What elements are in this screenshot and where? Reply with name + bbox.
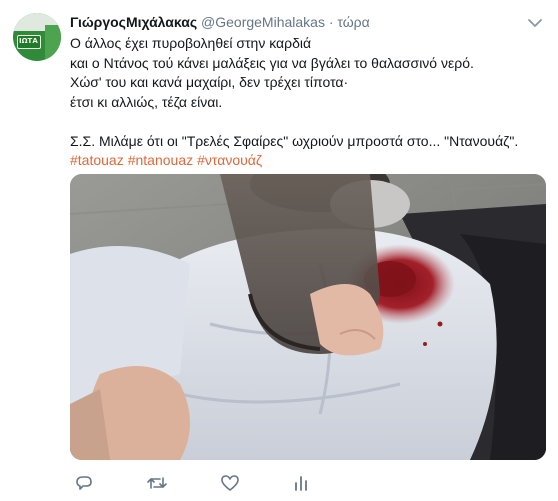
reply-icon[interactable]	[74, 474, 96, 494]
tweet-line: Ο άλλος έχει πυροβοληθεί στην καρδιά	[70, 35, 312, 51]
user-handle[interactable]: @GeorgeMihalakas	[201, 14, 325, 30]
separator-dot: ·	[328, 14, 334, 30]
tweet-header: ΓιώργοςΜιχάλακας @GeorgeMihalakas · τώρα	[70, 13, 370, 31]
retweet-icon[interactable]	[146, 474, 168, 494]
avatar[interactable]: ΙΩΤΑ	[13, 13, 61, 61]
chevron-down-icon[interactable]	[527, 16, 543, 28]
tweet-line: έτσι κι αλλιώς, τέζα είναι.	[70, 93, 223, 110]
avatar-sign-text: ΙΩΤΑ	[19, 37, 38, 45]
media-photo	[70, 174, 546, 460]
hashtag-link[interactable]: #tatouaz	[70, 152, 124, 168]
hashtag-link[interactable]: #ντανουάζ	[197, 152, 262, 168]
tweet-actions	[70, 474, 370, 494]
timestamp[interactable]: τώρα	[337, 14, 369, 30]
tweet-text: Ο άλλος έχει πυροβοληθεί στην καρδιά και…	[70, 34, 540, 171]
hashtag-link[interactable]: #ntanouaz	[128, 152, 193, 168]
hashtag-list: #tatouaz #ntanouaz #ντανουάζ	[70, 151, 540, 171]
tweet-media-image[interactable]	[70, 174, 546, 460]
analytics-icon[interactable]	[292, 474, 314, 494]
tweet-line: Χώσ' του και κανά μαχαίρι, δεν τρέχει τί…	[70, 74, 349, 90]
tweet-line: και ο Ντάνος τού κάνει μαλάξεις για να β…	[70, 54, 474, 71]
heart-icon[interactable]	[220, 474, 242, 494]
tweet-footnote: Σ.Σ. Μιλάμε ότι οι "Τρελές Σφαίρες" ωχρι…	[70, 132, 519, 149]
tweet: ΙΩΤΑ ΓιώργοςΜιχάλακας @GeorgeMihalakas ·…	[0, 0, 558, 501]
display-name[interactable]: ΓιώργοςΜιχάλακας	[70, 14, 197, 30]
